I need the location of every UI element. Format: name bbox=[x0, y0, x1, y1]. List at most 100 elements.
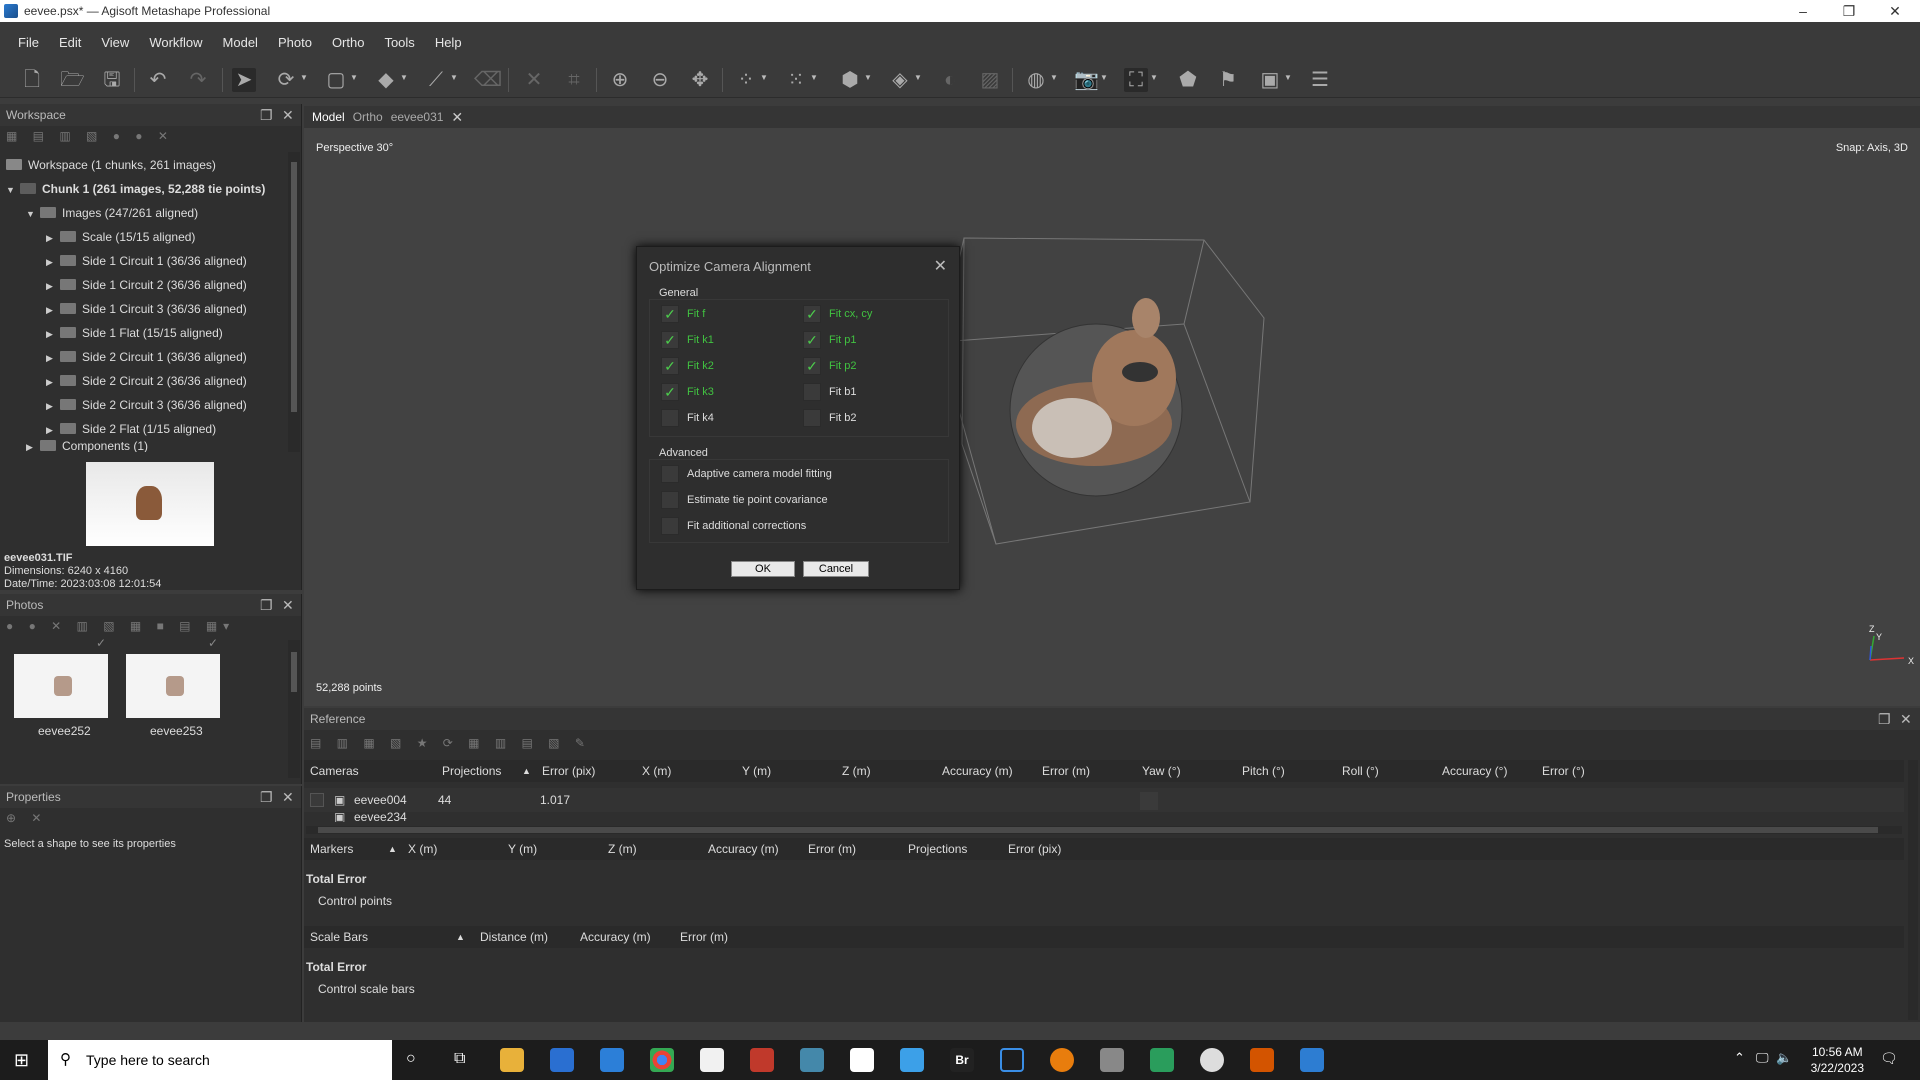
col-cameras[interactable]: Cameras bbox=[310, 760, 359, 782]
close-panel-icon[interactable]: ✕ bbox=[282, 594, 294, 616]
mesh-icon[interactable]: ⬢ bbox=[838, 68, 862, 92]
fit-k4-checkbox[interactable]: Fit k4 bbox=[661, 409, 714, 427]
additional-corrections-checkbox[interactable]: Fit additional corrections bbox=[661, 517, 806, 535]
chevron-right-icon[interactable]: ▶ bbox=[46, 299, 60, 321]
chrome-icon[interactable] bbox=[650, 1048, 674, 1072]
globe-icon[interactable]: ◍ bbox=[1024, 68, 1048, 92]
tree-group[interactable]: ▶ Side 1 Flat (15/15 aligned) bbox=[46, 322, 223, 344]
cancel-button[interactable]: Cancel bbox=[803, 561, 869, 577]
photo-thumbnail[interactable] bbox=[126, 654, 220, 718]
menu-photo[interactable]: Photo bbox=[278, 35, 312, 50]
col-error-m[interactable]: Error (m) bbox=[680, 926, 728, 948]
markers-flag-icon[interactable]: ⚑ bbox=[1216, 68, 1240, 92]
chevron-right-icon[interactable]: ▶ bbox=[46, 275, 60, 297]
notifications-icon[interactable]: 🗨 bbox=[1880, 1050, 1898, 1067]
col-z[interactable]: Z (m) bbox=[842, 760, 871, 782]
col-projections[interactable]: Projections bbox=[442, 760, 501, 782]
chevron-down-icon[interactable]: ▼ bbox=[1100, 72, 1108, 84]
tiled-model-icon[interactable]: ◈ bbox=[888, 68, 912, 92]
tree-group[interactable]: ▶ Side 2 Circuit 2 (36/36 aligned) bbox=[46, 370, 247, 392]
tree-group[interactable]: ▶ Side 2 Flat (1/15 aligned) bbox=[46, 418, 216, 440]
col-projections[interactable]: Projections bbox=[908, 838, 967, 860]
fit-f-checkbox[interactable]: ✓ Fit f bbox=[661, 305, 705, 323]
float-panel-icon[interactable]: ❐ bbox=[260, 104, 273, 126]
taskbar-search[interactable]: ⚲ Type here to search bbox=[48, 1040, 392, 1080]
app-icon[interactable] bbox=[750, 1048, 774, 1072]
menu-file[interactable]: File bbox=[18, 35, 39, 50]
col-error-pix[interactable]: Error (pix) bbox=[1008, 838, 1061, 860]
crop-icon[interactable]: ⌗ bbox=[562, 68, 586, 92]
points-icon[interactable]: ⁘ bbox=[734, 68, 758, 92]
file-explorer-icon[interactable] bbox=[500, 1048, 524, 1072]
dense-points-icon[interactable]: ⁙ bbox=[784, 68, 808, 92]
col-error-pix[interactable]: Error (pix) bbox=[542, 760, 595, 782]
tree-workspace-root[interactable]: Workspace (1 chunks, 261 images) bbox=[6, 154, 216, 176]
chevron-down-icon[interactable]: ▼ bbox=[1284, 72, 1292, 84]
col-yaw[interactable]: Yaw (°) bbox=[1142, 760, 1181, 782]
chevron-down-icon[interactable]: ▼ bbox=[864, 72, 872, 84]
chevron-right-icon[interactable]: ▶ bbox=[46, 419, 60, 441]
col-y[interactable]: Y (m) bbox=[742, 760, 771, 782]
col-error-m[interactable]: Error (m) bbox=[1042, 760, 1090, 782]
sort-up-icon[interactable]: ▲ bbox=[388, 838, 397, 860]
close-icon[interactable]: ✕ bbox=[934, 256, 947, 276]
chevron-down-icon[interactable]: ▼ bbox=[300, 72, 308, 84]
blender-icon[interactable] bbox=[1050, 1048, 1074, 1072]
app-icon[interactable] bbox=[900, 1048, 924, 1072]
save-icon[interactable]: 🖫 bbox=[100, 68, 124, 92]
restore-icon[interactable]: ❐ bbox=[1826, 0, 1872, 22]
menu-model[interactable]: Model bbox=[223, 35, 258, 50]
photos-tools[interactable]: ● ● ✕ ▥ ▧ ▦ ■ ▤ ▦▾ bbox=[0, 616, 301, 636]
mail-icon[interactable] bbox=[600, 1048, 624, 1072]
col-error-m[interactable]: Error (m) bbox=[808, 838, 856, 860]
chevron-right-icon[interactable]: ▶ bbox=[26, 441, 40, 452]
app-icon[interactable] bbox=[1150, 1048, 1174, 1072]
select-arrow-icon[interactable]: ➤ bbox=[232, 68, 256, 92]
close-tab-icon[interactable]: ✕ bbox=[451, 109, 463, 126]
sort-up-icon[interactable]: ▲ bbox=[456, 926, 465, 948]
close-icon[interactable]: ✕ bbox=[1872, 0, 1918, 22]
slack-icon[interactable] bbox=[850, 1048, 874, 1072]
app-icon[interactable] bbox=[800, 1048, 824, 1072]
notepad-icon[interactable] bbox=[700, 1048, 724, 1072]
fit-k3-checkbox[interactable]: ✓ Fit k3 bbox=[661, 383, 714, 401]
shape-tool-icon[interactable]: ◆ bbox=[374, 68, 398, 92]
rectangle-select-icon[interactable]: ▢ bbox=[324, 68, 348, 92]
col-x[interactable]: X (m) bbox=[408, 838, 437, 860]
store-icon[interactable] bbox=[550, 1048, 574, 1072]
model-viewport[interactable]: Perspective 30° Snap: Axis, 3D 52,288 po… bbox=[304, 128, 1920, 706]
dem-icon[interactable]: ◐ bbox=[938, 68, 962, 92]
chevron-down-icon[interactable]: ▼ bbox=[810, 72, 818, 84]
photos-scrollbar[interactable] bbox=[288, 640, 300, 778]
tree-images-folder[interactable]: ▼ Images (247/261 aligned) bbox=[26, 202, 198, 224]
col-z[interactable]: Z (m) bbox=[608, 838, 637, 860]
reference-scrollbar[interactable] bbox=[1908, 760, 1918, 1020]
chevron-right-icon[interactable]: ▶ bbox=[46, 371, 60, 393]
col-distance[interactable]: Distance (m) bbox=[480, 926, 548, 948]
clock[interactable]: 10:56 AM 3/22/2023 bbox=[1811, 1044, 1864, 1076]
tree-group[interactable]: ▶ Scale (15/15 aligned) bbox=[46, 226, 195, 248]
camera-icon[interactable]: 📷 bbox=[1074, 68, 1099, 92]
tree-components[interactable]: ▶ Components (1) bbox=[26, 440, 148, 452]
chevron-right-icon[interactable]: ▶ bbox=[46, 395, 60, 417]
tab-model[interactable]: Model bbox=[312, 110, 345, 124]
tray-chevron-icon[interactable]: ⌃ bbox=[1734, 1050, 1745, 1066]
col-markers[interactable]: Markers bbox=[310, 838, 353, 860]
chevron-down-icon[interactable]: ▼ bbox=[914, 72, 922, 84]
show-cameras-icon[interactable]: ⛶ bbox=[1124, 68, 1148, 92]
eraser-icon[interactable]: ⌫ bbox=[474, 68, 502, 92]
app-icon[interactable] bbox=[1000, 1048, 1024, 1072]
col-accuracy-m[interactable]: Accuracy (m) bbox=[942, 760, 1013, 782]
tree-group[interactable]: ▶ Side 1 Circuit 1 (36/36 aligned) bbox=[46, 250, 247, 272]
zoom-out-icon[interactable]: ⊖ bbox=[648, 68, 672, 92]
close-panel-icon[interactable]: ✕ bbox=[282, 104, 294, 126]
properties-tools[interactable]: ⊕ ✕ bbox=[0, 808, 301, 828]
volume-icon[interactable]: 🔈 bbox=[1776, 1050, 1792, 1066]
shapes-icon[interactable]: ⬟ bbox=[1176, 68, 1200, 92]
move-icon[interactable]: ✥ bbox=[688, 68, 712, 92]
col-scale-bars[interactable]: Scale Bars bbox=[310, 926, 368, 948]
fit-p1-checkbox[interactable]: ✓ Fit p1 bbox=[803, 331, 857, 349]
close-panel-icon[interactable]: ✕ bbox=[1900, 708, 1912, 730]
metashape-icon[interactable] bbox=[1250, 1048, 1274, 1072]
tie-point-covariance-checkbox[interactable]: Estimate tie point covariance bbox=[661, 491, 828, 509]
